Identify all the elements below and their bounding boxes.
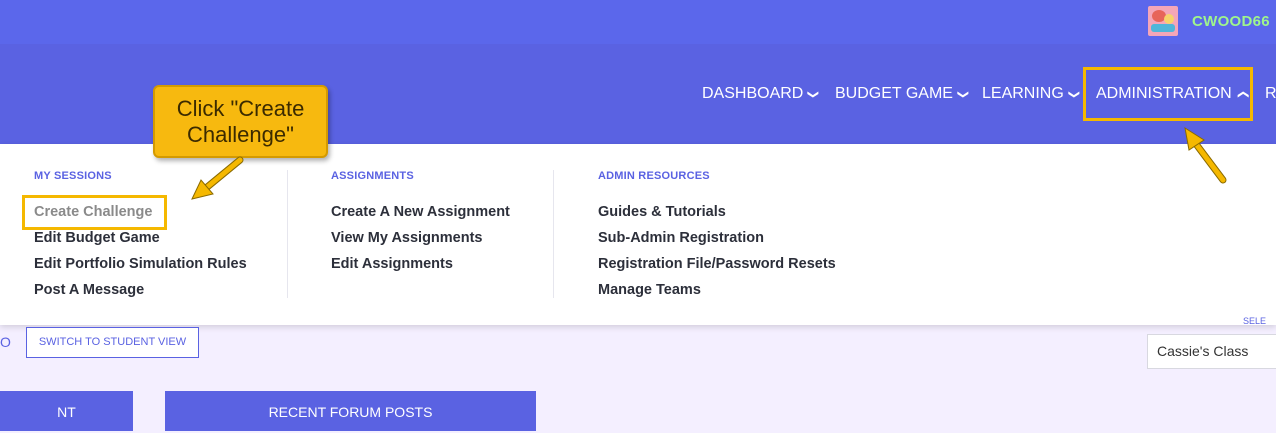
username-link[interactable]: CWOOD66 xyxy=(1192,13,1270,30)
switch-to-student-view-button[interactable]: SWITCH TO STUDENT VIEW xyxy=(26,327,199,358)
manage-teams-link[interactable]: Manage Teams xyxy=(598,282,701,298)
column-divider xyxy=(553,170,554,298)
create-challenge-link[interactable]: Create Challenge xyxy=(34,204,152,220)
nav-dashboard-label: DASHBOARD xyxy=(702,85,804,102)
chevron-up-icon: ❯ xyxy=(1236,89,1249,100)
guides-tutorials-link[interactable]: Guides & Tutorials xyxy=(598,204,726,220)
user-avatar[interactable] xyxy=(1148,6,1178,36)
nav-budget-game[interactable]: BUDGET GAME ❯ xyxy=(835,85,970,103)
edit-assignments-link[interactable]: Edit Assignments xyxy=(331,256,453,272)
nav-re-label: RE xyxy=(1265,85,1276,102)
partial-left-text: O xyxy=(0,334,11,350)
registration-file-password-resets-link[interactable]: Registration File/Password Resets xyxy=(598,256,836,272)
edit-budget-game-link[interactable]: Edit Budget Game xyxy=(34,230,160,246)
recent-forum-posts-header: RECENT FORUM POSTS xyxy=(165,391,536,431)
avatar-shape xyxy=(1151,24,1175,32)
post-a-message-link[interactable]: Post A Message xyxy=(34,282,144,298)
class-select-label: SELE xyxy=(1243,316,1267,326)
assignments-heading: ASSIGNMENTS xyxy=(331,170,414,182)
callout-line-1: Click "Create xyxy=(176,96,305,121)
callout-line-2: Challenge" xyxy=(187,122,294,147)
my-sessions-heading: MY SESSIONS xyxy=(34,170,112,182)
nav-dashboard[interactable]: DASHBOARD ❯ xyxy=(702,85,819,103)
sub-admin-registration-link[interactable]: Sub-Admin Registration xyxy=(598,230,764,246)
nav-learning[interactable]: LEARNING ❯ xyxy=(982,85,1080,103)
tutorial-callout: Click "Create Challenge" xyxy=(153,85,328,158)
avatar-shape xyxy=(1164,14,1174,24)
nav-administration-label: ADMINISTRATION xyxy=(1096,85,1232,102)
top-bar xyxy=(0,0,1276,44)
view-my-assignments-link[interactable]: View My Assignments xyxy=(331,230,483,246)
panel-header-left: NT xyxy=(0,391,133,431)
nav-budget-game-label: BUDGET GAME xyxy=(835,85,953,102)
nav-re[interactable]: RE xyxy=(1265,85,1276,103)
column-divider xyxy=(287,170,288,298)
class-select[interactable]: Cassie's Class xyxy=(1147,334,1276,369)
admin-resources-heading: ADMIN RESOURCES xyxy=(598,170,710,182)
create-new-assignment-link[interactable]: Create A New Assignment xyxy=(331,204,510,220)
chevron-down-icon: ❯ xyxy=(807,89,820,100)
chevron-down-icon: ❯ xyxy=(957,89,970,100)
edit-portfolio-simulation-rules-link[interactable]: Edit Portfolio Simulation Rules xyxy=(34,256,247,272)
chevron-down-icon: ❯ xyxy=(1067,89,1080,100)
nav-learning-label: LEARNING xyxy=(982,85,1064,102)
nav-administration[interactable]: ADMINISTRATION ❯ xyxy=(1096,85,1249,103)
